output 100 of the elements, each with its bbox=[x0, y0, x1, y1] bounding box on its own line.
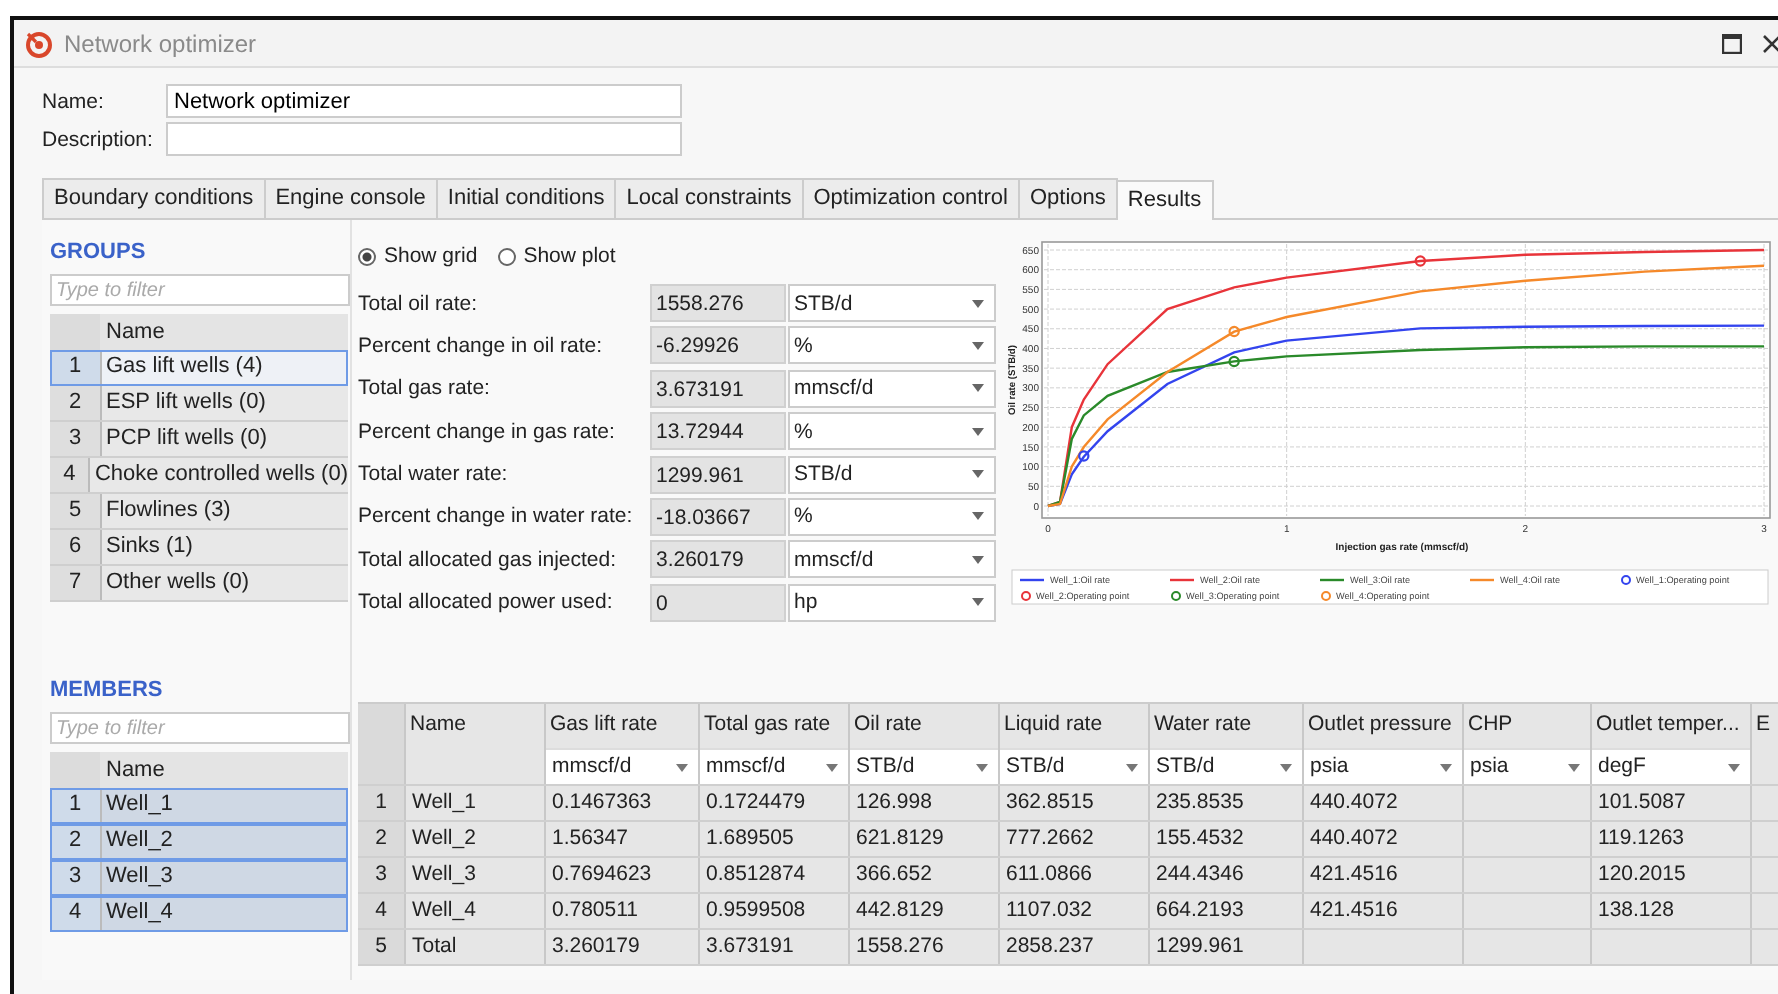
row-number: 4 bbox=[358, 894, 406, 928]
table-cell: 0.8512874 bbox=[706, 862, 806, 886]
unit-dropdown[interactable]: % bbox=[788, 412, 996, 451]
table-cell: 421.4516 bbox=[1310, 862, 1398, 886]
row-name: Well_3 bbox=[104, 862, 173, 892]
list-row[interactable]: 1 Gas lift wells (4) bbox=[50, 350, 348, 386]
close-icon[interactable] bbox=[1762, 33, 1778, 53]
column-header[interactable]: Oil rate bbox=[850, 704, 998, 744]
table-cell: Well_3 bbox=[412, 862, 476, 886]
table-cell: 0.7694623 bbox=[552, 862, 652, 886]
list-row[interactable]: 4 Well_4 bbox=[50, 896, 348, 932]
column-header[interactable]: Outlet temper... bbox=[1592, 704, 1750, 744]
section-title: MEMBERS bbox=[50, 678, 165, 702]
table-cell: 1.56347 bbox=[552, 826, 628, 850]
list-row[interactable]: 3 Well_3 bbox=[50, 860, 348, 896]
column-header[interactable]: Total gas rate bbox=[700, 704, 848, 744]
metric-label: Total gas rate: bbox=[358, 376, 492, 401]
column-header[interactable]: Name bbox=[406, 704, 544, 744]
table-cell: 244.4346 bbox=[1156, 862, 1244, 886]
unit-dropdown[interactable]: mmscf/d bbox=[700, 748, 848, 784]
row-name: Other wells (0) bbox=[104, 568, 250, 598]
caret-icon bbox=[972, 384, 984, 393]
table-cell: 0.1724479 bbox=[706, 790, 806, 814]
filter-field[interactable]: Type to filter bbox=[50, 712, 350, 744]
unit-dropdown[interactable]: STB/d bbox=[788, 455, 996, 494]
table-cell: 3.673191 bbox=[706, 934, 794, 958]
table-cell: 119.1263 bbox=[1598, 826, 1685, 850]
list-row[interactable]: 7 Other wells (0) bbox=[50, 566, 348, 602]
list-row[interactable]: 1 Well_1 bbox=[50, 788, 348, 824]
row-name: Sinks (1) bbox=[104, 532, 193, 562]
unit-dropdown[interactable]: hp bbox=[788, 583, 996, 622]
unit-dropdown[interactable]: psia bbox=[1304, 748, 1462, 784]
metric-label: Percent change in gas rate: bbox=[358, 419, 617, 444]
unit-dropdown[interactable]: mmscf/d bbox=[788, 540, 996, 579]
unit-dropdown[interactable]: % bbox=[788, 497, 996, 536]
tab[interactable]: Boundary conditions bbox=[42, 178, 266, 218]
tab[interactable]: Options bbox=[1017, 178, 1118, 218]
table-cell: 0.9599508 bbox=[706, 898, 806, 922]
caret-icon bbox=[1728, 763, 1740, 771]
tab[interactable]: Initial conditions bbox=[435, 178, 617, 218]
caret-icon bbox=[826, 763, 838, 771]
table-cell: Well_2 bbox=[412, 826, 476, 850]
list-row[interactable]: 5 Flowlines (3) bbox=[50, 494, 348, 530]
unit-dropdown[interactable]: mmscf/d bbox=[546, 748, 698, 784]
unit-dropdown[interactable]: STB/d bbox=[788, 284, 996, 322]
table-cell: 1299.961 bbox=[1156, 934, 1244, 958]
column-header[interactable]: Gas lift rate bbox=[546, 704, 698, 744]
metric-value: 0 bbox=[650, 583, 786, 622]
tab[interactable]: Results bbox=[1115, 180, 1214, 220]
column-header[interactable]: CHP bbox=[1464, 704, 1590, 744]
maximize-icon[interactable] bbox=[1722, 33, 1742, 53]
radio-option[interactable]: Show grid bbox=[358, 244, 478, 268]
column-header[interactable]: Outlet pressure bbox=[1304, 704, 1462, 744]
tab[interactable]: Local constraints bbox=[614, 178, 804, 218]
table-cell: 440.4072 bbox=[1310, 826, 1398, 850]
column-header[interactable]: Liquid rate bbox=[1000, 704, 1148, 744]
row-number: 1 bbox=[358, 786, 406, 820]
row-number: 3 bbox=[50, 860, 102, 894]
radio-option[interactable]: Show plot bbox=[497, 244, 616, 268]
metric-value: 13.72944 bbox=[650, 412, 786, 451]
section-title: GROUPS bbox=[50, 240, 148, 264]
metric-label: Total oil rate: bbox=[358, 291, 480, 315]
description-field[interactable] bbox=[166, 122, 682, 156]
name-field[interactable]: Network optimizer bbox=[166, 84, 682, 118]
caret-icon bbox=[972, 598, 984, 607]
list-row[interactable]: 3 PCP lift wells (0) bbox=[50, 422, 348, 458]
table-cell: 2858.237 bbox=[1006, 934, 1094, 958]
row-name: ESP lift wells (0) bbox=[104, 388, 266, 418]
unit-dropdown[interactable]: STB/d bbox=[1150, 748, 1302, 784]
unit-dropdown[interactable]: STB/d bbox=[1000, 748, 1148, 784]
table-cell: 1.689505 bbox=[706, 826, 794, 850]
tab[interactable]: Engine console bbox=[263, 178, 438, 218]
row-name: Choke controlled wells (0) bbox=[92, 460, 348, 490]
unit-dropdown[interactable]: STB/d bbox=[850, 748, 998, 784]
unit-dropdown[interactable]: psia bbox=[1464, 748, 1590, 784]
row-number: 5 bbox=[50, 494, 102, 528]
table-cell: 621.8129 bbox=[856, 826, 944, 850]
radio-button[interactable] bbox=[358, 247, 376, 265]
table-cell: 0.780511 bbox=[552, 898, 639, 922]
caret-icon bbox=[976, 763, 988, 771]
list-row[interactable]: 6 Sinks (1) bbox=[50, 530, 348, 566]
table-cell: 126.998 bbox=[856, 790, 932, 814]
corner-header bbox=[50, 314, 100, 350]
radio-label: Show plot bbox=[523, 244, 616, 268]
metric-label: Total allocated power used: bbox=[358, 590, 615, 615]
list-row[interactable]: 4 Choke controlled wells (0) bbox=[50, 458, 348, 494]
unit-dropdown[interactable]: degF bbox=[1592, 748, 1750, 784]
unit-dropdown[interactable]: mmscf/d bbox=[788, 369, 996, 408]
tab[interactable]: Optimization control bbox=[801, 178, 1020, 218]
table-cell: 0.1467363 bbox=[552, 790, 652, 814]
unit-dropdown[interactable]: % bbox=[788, 326, 996, 365]
table-cell: 138.128 bbox=[1598, 898, 1674, 922]
list-row[interactable]: 2 ESP lift wells (0) bbox=[50, 386, 348, 422]
table-cell: 777.2662 bbox=[1006, 826, 1094, 850]
corner-header bbox=[50, 752, 100, 788]
radio-button[interactable] bbox=[497, 247, 516, 265]
filter-field[interactable]: Type to filter bbox=[50, 274, 350, 306]
column-header[interactable]: E bbox=[1752, 704, 1778, 744]
column-header[interactable]: Water rate bbox=[1150, 704, 1302, 744]
list-row[interactable]: 2 Well_2 bbox=[50, 824, 348, 860]
